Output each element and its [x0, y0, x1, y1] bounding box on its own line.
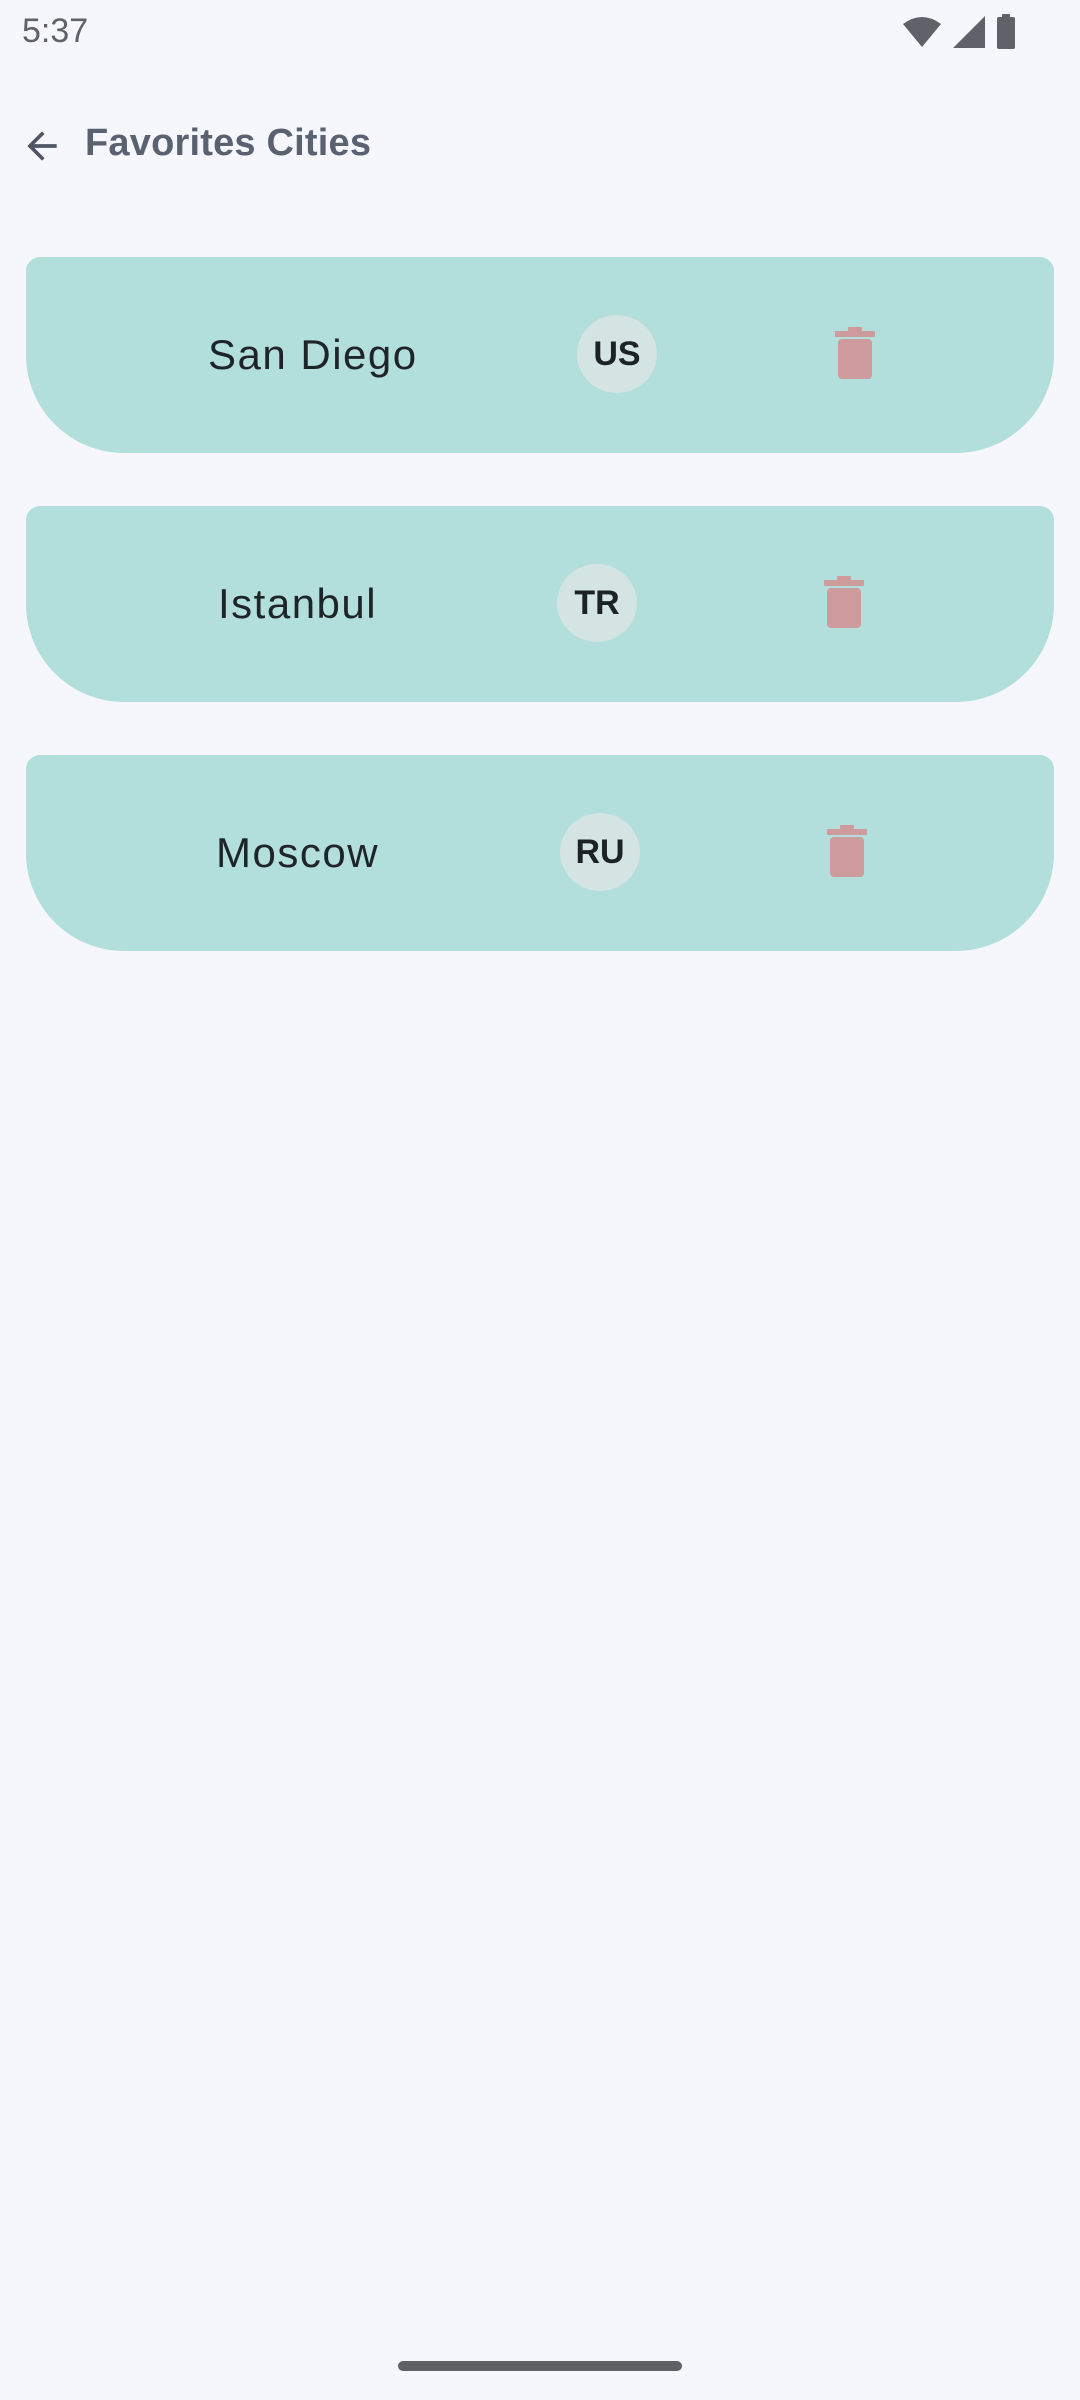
- signal-icon: [952, 15, 986, 49]
- delete-button[interactable]: [814, 574, 874, 634]
- arrow-back-icon: [20, 124, 64, 173]
- favorite-cities-list: San Diego US Istanbul TR Moscow RU: [26, 257, 1054, 1004]
- delete-button[interactable]: [817, 823, 877, 883]
- favorites-screen: 5:37 Favorites Cities San Diego US Istan…: [0, 0, 1080, 2400]
- delete-button[interactable]: [825, 325, 885, 385]
- city-card[interactable]: Moscow RU: [26, 755, 1054, 951]
- status-time: 5:37: [22, 12, 89, 50]
- country-code-chip: TR: [557, 564, 637, 642]
- city-name: Moscow: [216, 829, 380, 876]
- wifi-icon: [902, 16, 942, 48]
- city-name: San Diego: [208, 331, 418, 378]
- back-button[interactable]: [12, 118, 72, 178]
- status-icons: [902, 14, 1016, 50]
- city-name: Istanbul: [218, 580, 378, 627]
- city-card[interactable]: Istanbul TR: [26, 506, 1054, 702]
- country-code-chip: US: [577, 315, 657, 393]
- status-bar: 5:37: [0, 0, 1080, 64]
- page-title: Favorites Cities: [85, 122, 372, 164]
- top-app-bar: Favorites Cities: [0, 100, 1080, 196]
- trash-icon: [833, 326, 877, 384]
- gesture-navigation-bar[interactable]: [398, 2361, 682, 2371]
- trash-icon: [825, 824, 869, 882]
- battery-icon: [996, 14, 1016, 50]
- city-card[interactable]: San Diego US: [26, 257, 1054, 453]
- trash-icon: [822, 575, 866, 633]
- country-code-chip: RU: [560, 813, 640, 891]
